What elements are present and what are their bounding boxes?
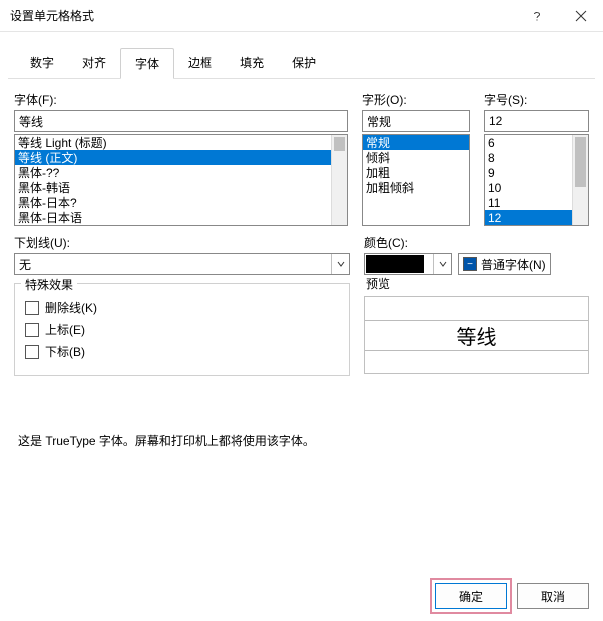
style-list[interactable]: 常规 倾斜 加粗 加粗倾斜	[362, 134, 470, 226]
list-item[interactable]: 黑体-日本?	[15, 195, 347, 210]
list-item[interactable]: 等线 Light (标题)	[15, 135, 347, 150]
ok-button[interactable]: 确定	[435, 583, 507, 609]
effects-legend: 特殊效果	[21, 276, 77, 293]
underline-label: 下划线(U):	[14, 234, 350, 251]
size-list[interactable]: 6 8 9 10 11 12	[484, 134, 589, 226]
preview-label: 预览	[364, 275, 589, 292]
checkbox-icon	[25, 345, 39, 359]
list-item[interactable]: 黑体-??	[15, 165, 347, 180]
subscript-checkbox[interactable]: 下标(B)	[25, 343, 339, 360]
footer: 确定 取消	[435, 583, 589, 609]
close-button[interactable]	[559, 0, 603, 32]
list-item[interactable]: 加粗倾斜	[363, 180, 469, 195]
color-label: 颜色(C):	[364, 234, 589, 251]
list-item[interactable]: 等线 (正文)	[15, 150, 347, 165]
style-label: 字形(O):	[362, 91, 470, 108]
tab-protection[interactable]: 保护	[278, 48, 330, 78]
color-swatch	[366, 255, 424, 273]
chevron-down-icon	[331, 254, 349, 274]
help-button[interactable]	[515, 0, 559, 32]
checkbox-icon: −	[463, 257, 477, 271]
tab-fill[interactable]: 填充	[226, 48, 278, 78]
list-item[interactable]: 倾斜	[363, 150, 469, 165]
color-select[interactable]	[364, 253, 452, 275]
description-text: 这是 TrueType 字体。屏幕和打印机上都将使用该字体。	[18, 432, 585, 449]
normal-font-label: 普通字体(N)	[481, 256, 546, 273]
checkbox-icon	[25, 301, 39, 315]
strikethrough-checkbox[interactable]: 删除线(K)	[25, 299, 339, 316]
titlebar: 设置单元格格式	[0, 0, 603, 32]
cancel-button[interactable]: 取消	[517, 583, 589, 609]
list-item[interactable]: 常规	[363, 135, 469, 150]
scrollbar[interactable]	[572, 135, 588, 225]
size-label: 字号(S):	[484, 91, 589, 108]
list-item[interactable]: 黑体-韩语	[15, 180, 347, 195]
scrollbar[interactable]	[331, 135, 347, 225]
window-title: 设置单元格格式	[10, 7, 515, 24]
underline-value: 无	[15, 256, 331, 273]
font-label: 字体(F):	[14, 91, 348, 108]
list-item[interactable]: 黑体-日本语	[15, 210, 347, 225]
tab-bar: 数字 对齐 字体 边框 填充 保护	[8, 40, 595, 79]
chevron-down-icon	[433, 254, 451, 274]
effects-fieldset: 特殊效果 删除线(K) 上标(E) 下标(B)	[14, 283, 350, 376]
normal-font-checkbox[interactable]: − 普通字体(N)	[458, 253, 551, 275]
font-list[interactable]: 等线 Light (标题) 等线 (正文) 黑体-?? 黑体-韩语 黑体-日本?…	[14, 134, 348, 226]
superscript-checkbox[interactable]: 上标(E)	[25, 321, 339, 338]
tab-font[interactable]: 字体	[120, 48, 174, 79]
checkbox-icon	[25, 323, 39, 337]
underline-select[interactable]: 无	[14, 253, 350, 275]
tab-border[interactable]: 边框	[174, 48, 226, 78]
preview-box: 等线	[364, 296, 589, 374]
tab-number[interactable]: 数字	[16, 48, 68, 78]
size-input[interactable]	[484, 110, 589, 132]
list-item[interactable]: 加粗	[363, 165, 469, 180]
preview-sample: 等线	[457, 321, 497, 350]
font-input[interactable]	[14, 110, 348, 132]
tab-alignment[interactable]: 对齐	[68, 48, 120, 78]
style-input[interactable]	[362, 110, 470, 132]
